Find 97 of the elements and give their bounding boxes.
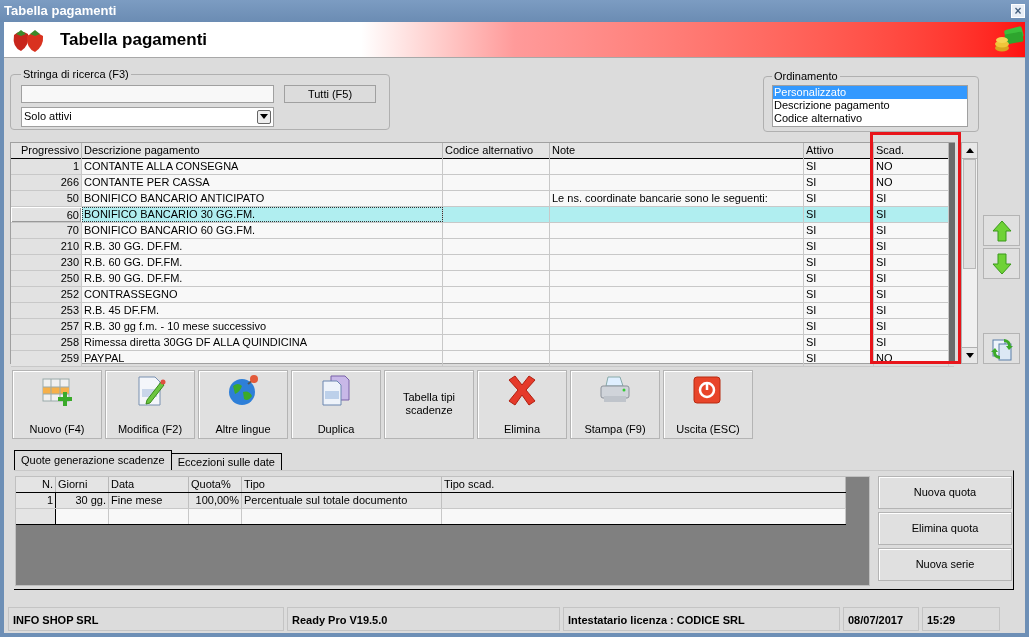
table-cell[interactable]: CONTRASSEGNO [82,287,443,302]
group-label: Ordinamento [773,69,839,84]
table-cell: SI [804,175,874,190]
ordering-option[interactable]: Descrizione pagamento [773,98,967,112]
close-button[interactable]: × [1011,4,1025,18]
arrow-up-icon [991,219,1012,242]
search-field[interactable] [21,84,274,103]
column-header[interactable]: Note [550,143,804,159]
toolbar-button[interactable]: Stampa (F9) [570,370,660,439]
table-cell: 252 [11,287,82,302]
column-header[interactable]: Quota% [189,477,242,492]
table-cell: 259 [11,351,82,366]
table-cell: 257 [11,319,82,334]
table-cell: 100,00% [189,493,242,508]
status-field: 08/07/2017 [843,607,919,631]
table-cell[interactable]: BONIFICO BANCARIO 30 GG.FM. [82,207,443,222]
column-header[interactable]: N. [16,477,56,492]
toolbar-button[interactable]: Altre lingue [198,370,288,439]
table-cell: Percentuale sul totale documento [242,493,442,508]
globe-icon [226,374,260,408]
table-cell: 1 [11,159,82,174]
table-cell: 266 [11,175,82,190]
status-field: Intestatario licenza : CODICE SRL [563,607,840,631]
table-cell: SI [804,239,874,254]
header-title: Tabella pagamenti [60,28,208,51]
column-header[interactable]: Codice alternativo [443,143,550,159]
refresh-button[interactable] [983,333,1020,364]
table-cell[interactable]: R.B. 30 gg f.m. - 10 mese successivo [82,319,443,334]
scroll-up-icon [965,148,974,153]
status-field: INFO SHOP SRL [8,607,284,631]
table-cell: 50 [11,191,82,206]
table-cell: 1 [16,493,56,508]
table-cell[interactable]: PAYPAL [82,351,443,366]
toolbar-button[interactable]: Uscita (ESC) [663,370,753,439]
table-cell: SI [804,207,874,222]
column-header[interactable]: Giorni [56,477,109,492]
table-cell: 30 gg. [56,493,109,508]
table-cell: SI [804,223,874,238]
toolbar-button[interactable]: Elimina [477,370,567,439]
table-cell: SI [804,287,874,302]
table-cell: SI [804,159,874,174]
empty-row[interactable] [16,509,846,525]
refresh-icon [989,336,1014,361]
column-header[interactable]: Tipo scad. [442,477,846,492]
all-button[interactable]: Tutti (F5) [284,84,376,103]
group-label: Stringa di ricerca (F3) [22,67,130,82]
table-cell: 210 [11,239,82,254]
table-cell[interactable]: CONTANTE ALLA CONSEGNA [82,159,443,174]
toolbar-button[interactable]: Duplica [291,370,381,439]
move-up-button[interactable] [983,215,1020,246]
table-cell: SI [804,191,874,206]
table-cell: 250 [11,271,82,286]
ordering-option[interactable]: Codice alternativo [773,111,967,125]
window-title: Tabella pagamenti [4,2,117,21]
table-cell: SI [804,319,874,334]
table-cell: SI [804,351,874,366]
column-header[interactable]: Tipo [242,477,442,492]
table-cell: SI [804,335,874,350]
table-cell[interactable]: R.B. 60 GG. DF.FM. [82,255,443,270]
filter-dropdown[interactable]: Solo attivi [21,106,274,127]
table-cell: SI [804,303,874,318]
toolbar-button[interactable]: Modifica (F2) [105,370,195,439]
table-cell: Fine mese [109,493,189,508]
quota-button[interactable]: Elimina quota [878,512,1012,545]
toolbar-button[interactable]: Tabella tipi scadenze [384,370,474,439]
money-icon [993,25,1025,54]
table-cell: 70 [11,223,82,238]
quota-button[interactable]: Nuova serie [878,548,1012,581]
scroll-down-icon [965,353,974,358]
status-field: Ready Pro V19.5.0 [287,607,560,631]
table-cell[interactable]: BONIFICO BANCARIO 60 GG.FM. [82,223,443,238]
column-header[interactable]: Descrizione pagamento [82,143,443,159]
table-cell: Le ns. coordinate bancarie sono le seguenti: [550,191,804,206]
table-cell[interactable]: Rimessa diretta 30GG DF ALLA QUINDICINA [82,335,443,350]
table-cell: SI [804,271,874,286]
table-cell: 230 [11,255,82,270]
status-field: 15:29 [922,607,1000,631]
table-cell[interactable]: R.B. 45 DF.FM. [82,303,443,318]
table-cell[interactable]: R.B. 30 GG. DF.FM. [82,239,443,254]
table-cell[interactable]: BONIFICO BANCARIO ANTICIPATO [82,191,443,206]
tab[interactable]: Quote generazione scadenze [14,450,172,470]
table-cell: SI [804,255,874,270]
toolbar-button[interactable]: Nuovo (F4) [12,370,102,439]
table-cell: 253 [11,303,82,318]
table-cell[interactable]: CONTANTE PER CASSA [82,175,443,190]
table-cell[interactable]: R.B. 90 GG. DF.FM. [82,271,443,286]
quota-button[interactable]: Nuova quota [878,476,1012,509]
duplicate-icon [319,374,353,408]
column-header[interactable]: Attivo [804,143,874,159]
scrollbar[interactable] [961,142,978,364]
table-cell: 60 [11,207,82,222]
table-cell: 258 [11,335,82,350]
move-down-button[interactable] [983,248,1020,279]
arrow-down-icon [991,252,1012,275]
caret-icon [260,114,268,119]
column-header[interactable]: Data [109,477,189,492]
tab[interactable]: Eccezioni sulle date [171,453,282,470]
